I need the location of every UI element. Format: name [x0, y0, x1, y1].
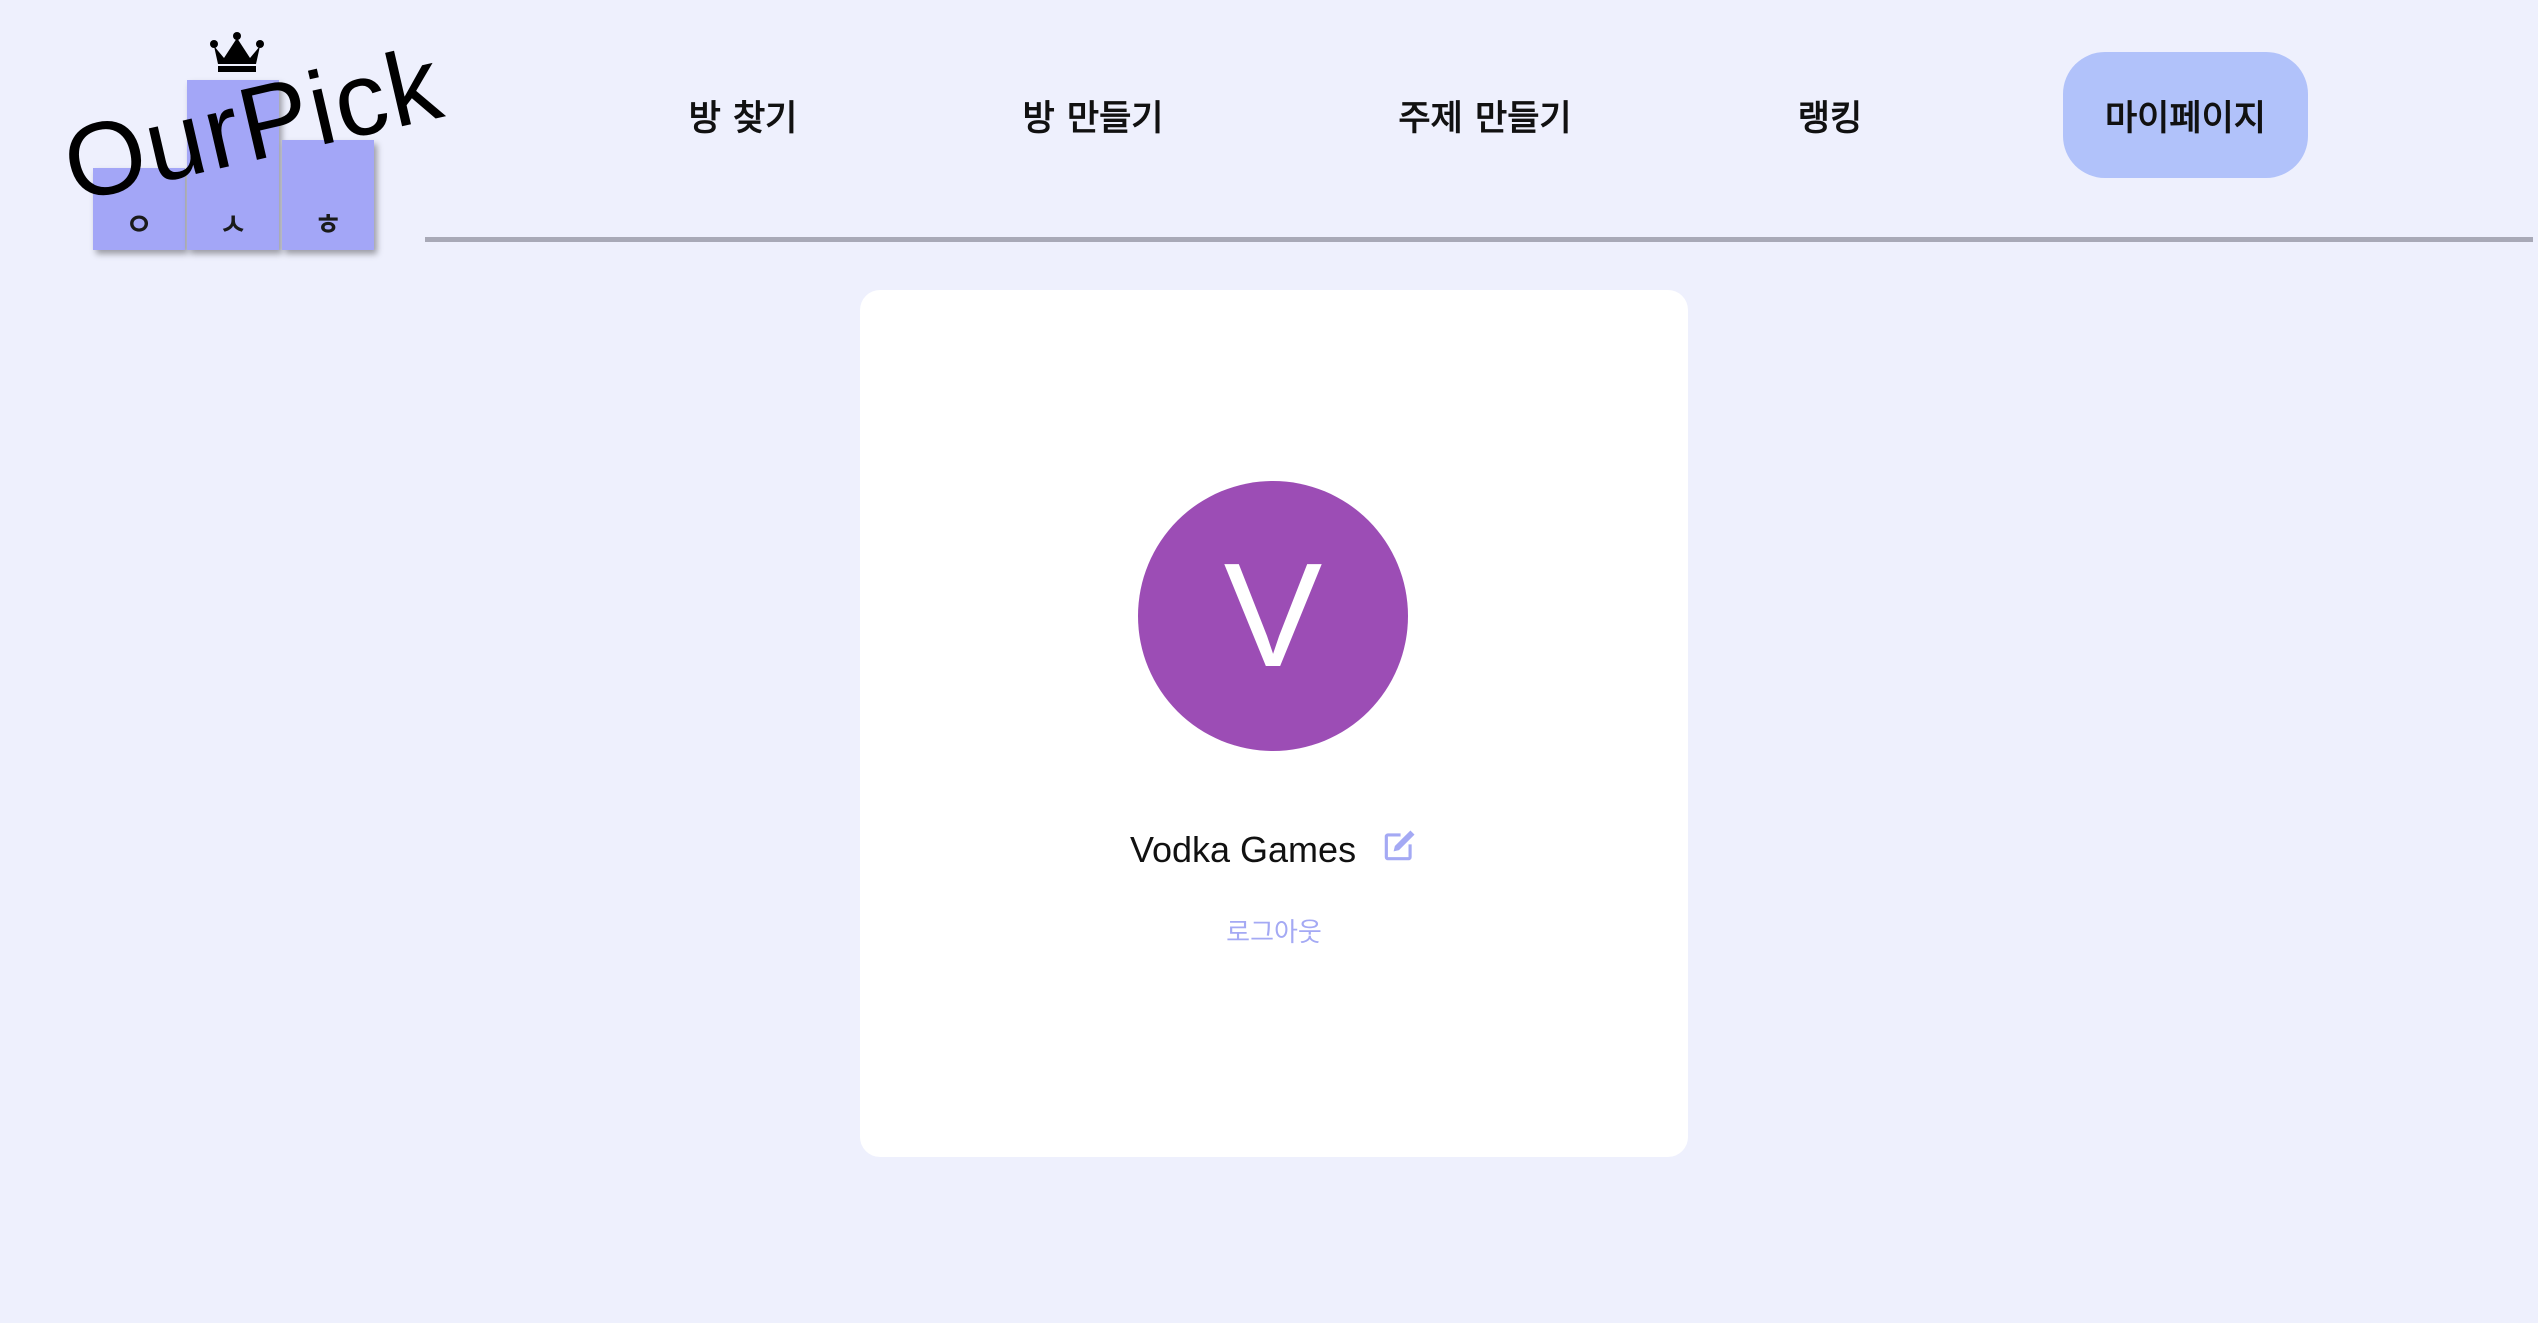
logout-link[interactable]: 로그아웃 — [860, 912, 1688, 949]
avatar-initial: V — [1223, 533, 1323, 698]
podium-letter: ㅎ — [314, 208, 342, 243]
ourpick-logo[interactable]: ㅇ ㅅ ㅎ OurPick — [53, 25, 453, 258]
user-name-row: Vodka Games — [860, 820, 1688, 880]
user-name: Vodka Games — [1129, 829, 1357, 870]
podium-letter: ㅅ — [219, 208, 247, 243]
edit-icon[interactable] — [1380, 827, 1418, 865]
avatar: V — [1138, 481, 1408, 751]
profile-card: V Vodka Games 로그아웃 — [860, 290, 1688, 1157]
nav-ranking[interactable]: 랭킹 — [1755, 52, 1905, 178]
nav-create-room[interactable]: 방 만들기 — [988, 52, 1198, 178]
nav-mypage[interactable]: 마이페이지 — [2063, 52, 2308, 178]
nav-divider — [425, 237, 2533, 242]
nav-create-topic[interactable]: 주제 만들기 — [1355, 52, 1615, 178]
main-nav: 방 찾기 방 만들기 주제 만들기 랭킹 마이페이지 — [425, 52, 2335, 178]
nav-find-room[interactable]: 방 찾기 — [648, 52, 838, 178]
